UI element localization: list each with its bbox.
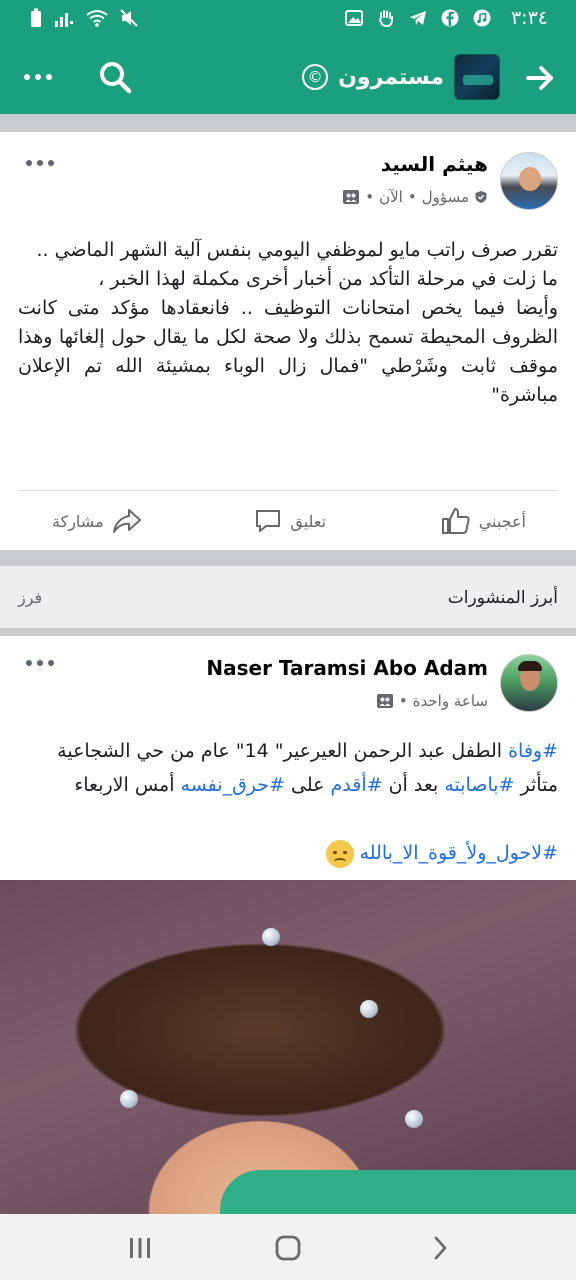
post-line-text: الطفل عبد الرحمن العيرعير" 14" عام من حي… [57, 740, 509, 762]
wifi-icon [86, 10, 108, 27]
like-button[interactable]: أعجبني [441, 496, 526, 546]
group-audience-icon [376, 694, 393, 708]
page-title: مستمرون [338, 64, 444, 90]
gallery-icon [344, 10, 363, 26]
hashtag-link[interactable]: #أقدم [331, 774, 383, 796]
post-line-text: بعد أن [382, 774, 445, 796]
post-line-text: متأثر [514, 774, 558, 796]
post-paragraph: تقرر صرف راتب مايو لموظفي اليومي بنفس آل… [36, 239, 558, 261]
post-options-button[interactable] [26, 156, 56, 170]
post-actions: أعجبني تعليق مشاركة [0, 496, 576, 546]
section-title: أبرز المنشورات [447, 588, 558, 608]
telegram-icon [409, 11, 426, 25]
post-card: Naser Taramsi Abo Adam ساعة واحدة • #وفا… [0, 636, 576, 1214]
separator [0, 114, 576, 132]
app-bar: مستمرون © [0, 40, 576, 114]
meta-dot: • [398, 692, 408, 710]
back-button[interactable] [422, 1232, 458, 1264]
post-paragraph: وأيضا فيما يخص امتحانات التوظيف .. فانعق… [18, 297, 558, 406]
dot-icon [35, 74, 41, 80]
more-options-button[interactable] [18, 60, 58, 94]
button-stud [405, 1110, 423, 1128]
role-label: مسؤول [421, 188, 469, 206]
hand-icon [378, 10, 393, 27]
post-text: #وفاة الطفل عبد الرحمن العيرعير" 14" عام… [18, 734, 558, 870]
post-line-text: أمس الاربعاء [74, 774, 181, 796]
meta-dot: • [365, 188, 375, 206]
button-stud [262, 928, 280, 946]
post-line-text: على [284, 774, 331, 796]
author-name[interactable]: Naser Taramsi Abo Adam [206, 656, 488, 680]
post-paragraph: ما زلت في مرحلة التأكد من أخبار أخرى مكم… [98, 268, 558, 290]
battery-icon [31, 8, 41, 27]
arrow-forward-icon[interactable] [524, 62, 556, 94]
post-line: #وفاة الطفل عبد الرحمن العيرعير" 14" عام… [18, 734, 558, 768]
search-icon[interactable] [96, 58, 134, 96]
hashtag-link[interactable]: #لاحول_ولأ_قوة_الا_بالله [360, 842, 558, 864]
avatar[interactable] [500, 654, 558, 712]
mute-icon [120, 9, 138, 27]
home-icon [275, 1235, 301, 1261]
system-nav-bar [0, 1214, 576, 1280]
status-bar: ٣:٣٤ [0, 0, 576, 40]
comment-icon [256, 510, 281, 532]
sad-emoji-icon [325, 839, 354, 868]
timestamp[interactable]: الآن [379, 188, 403, 206]
group-audience-icon [343, 190, 360, 204]
share-label: مشاركة [52, 511, 104, 531]
shirt [220, 1170, 576, 1214]
post-options-button[interactable] [26, 656, 56, 670]
like-icon [441, 508, 470, 534]
music-icon [473, 9, 491, 27]
post-text: تقرر صرف راتب مايو لموظفي اليومي بنفس آل… [18, 236, 558, 410]
section-header: أبرز المنشورات فرز [0, 566, 576, 628]
post-meta: مسؤول • الآن • [342, 188, 488, 206]
facebook-icon [441, 9, 459, 27]
button-stud [360, 1000, 378, 1018]
share-icon [112, 509, 141, 533]
button-stud [120, 1090, 138, 1108]
divider [18, 490, 558, 491]
clock: ٣:٣٤ [510, 7, 548, 29]
sort-button[interactable]: فرز [18, 588, 42, 607]
hashtag-link[interactable]: #حرق_نفسه [181, 774, 285, 796]
post-line: متأثر #باصابته بعد أن #أقدم على #حرق_نفس… [18, 768, 558, 802]
recent-apps-button[interactable] [122, 1232, 158, 1264]
copyright-badge: © [302, 64, 329, 90]
hashtag-link[interactable]: #وفاة [508, 740, 558, 762]
post-meta: ساعة واحدة • [376, 692, 488, 710]
like-label: أعجبني [478, 511, 526, 531]
back-chevron-icon [434, 1236, 447, 1260]
meta-dot: • [407, 188, 417, 206]
share-button[interactable]: مشاركة [52, 496, 142, 546]
page-header[interactable]: مستمرون © [302, 54, 500, 100]
shield-icon [475, 191, 487, 203]
page-avatar [454, 54, 500, 100]
comment-button[interactable]: تعليق [254, 496, 326, 546]
home-button[interactable] [270, 1232, 306, 1264]
timestamp[interactable]: ساعة واحدة [413, 692, 488, 710]
comment-label: تعليق [290, 511, 326, 531]
hashtag-link[interactable]: #باصابته [444, 774, 514, 796]
post-photo[interactable] [0, 880, 576, 1214]
dot-icon [46, 74, 52, 80]
author-name[interactable]: هيثم السيد [381, 152, 488, 176]
post-card: هيثم السيد مسؤول • الآن • تقرر صرف راتب … [0, 132, 576, 550]
signal-icon [55, 13, 73, 27]
recents-icon [130, 1238, 150, 1258]
avatar[interactable] [500, 152, 558, 210]
dot-icon [24, 74, 30, 80]
post-line: #لاحول_ولأ_قوة_الا_بالله [18, 836, 558, 870]
